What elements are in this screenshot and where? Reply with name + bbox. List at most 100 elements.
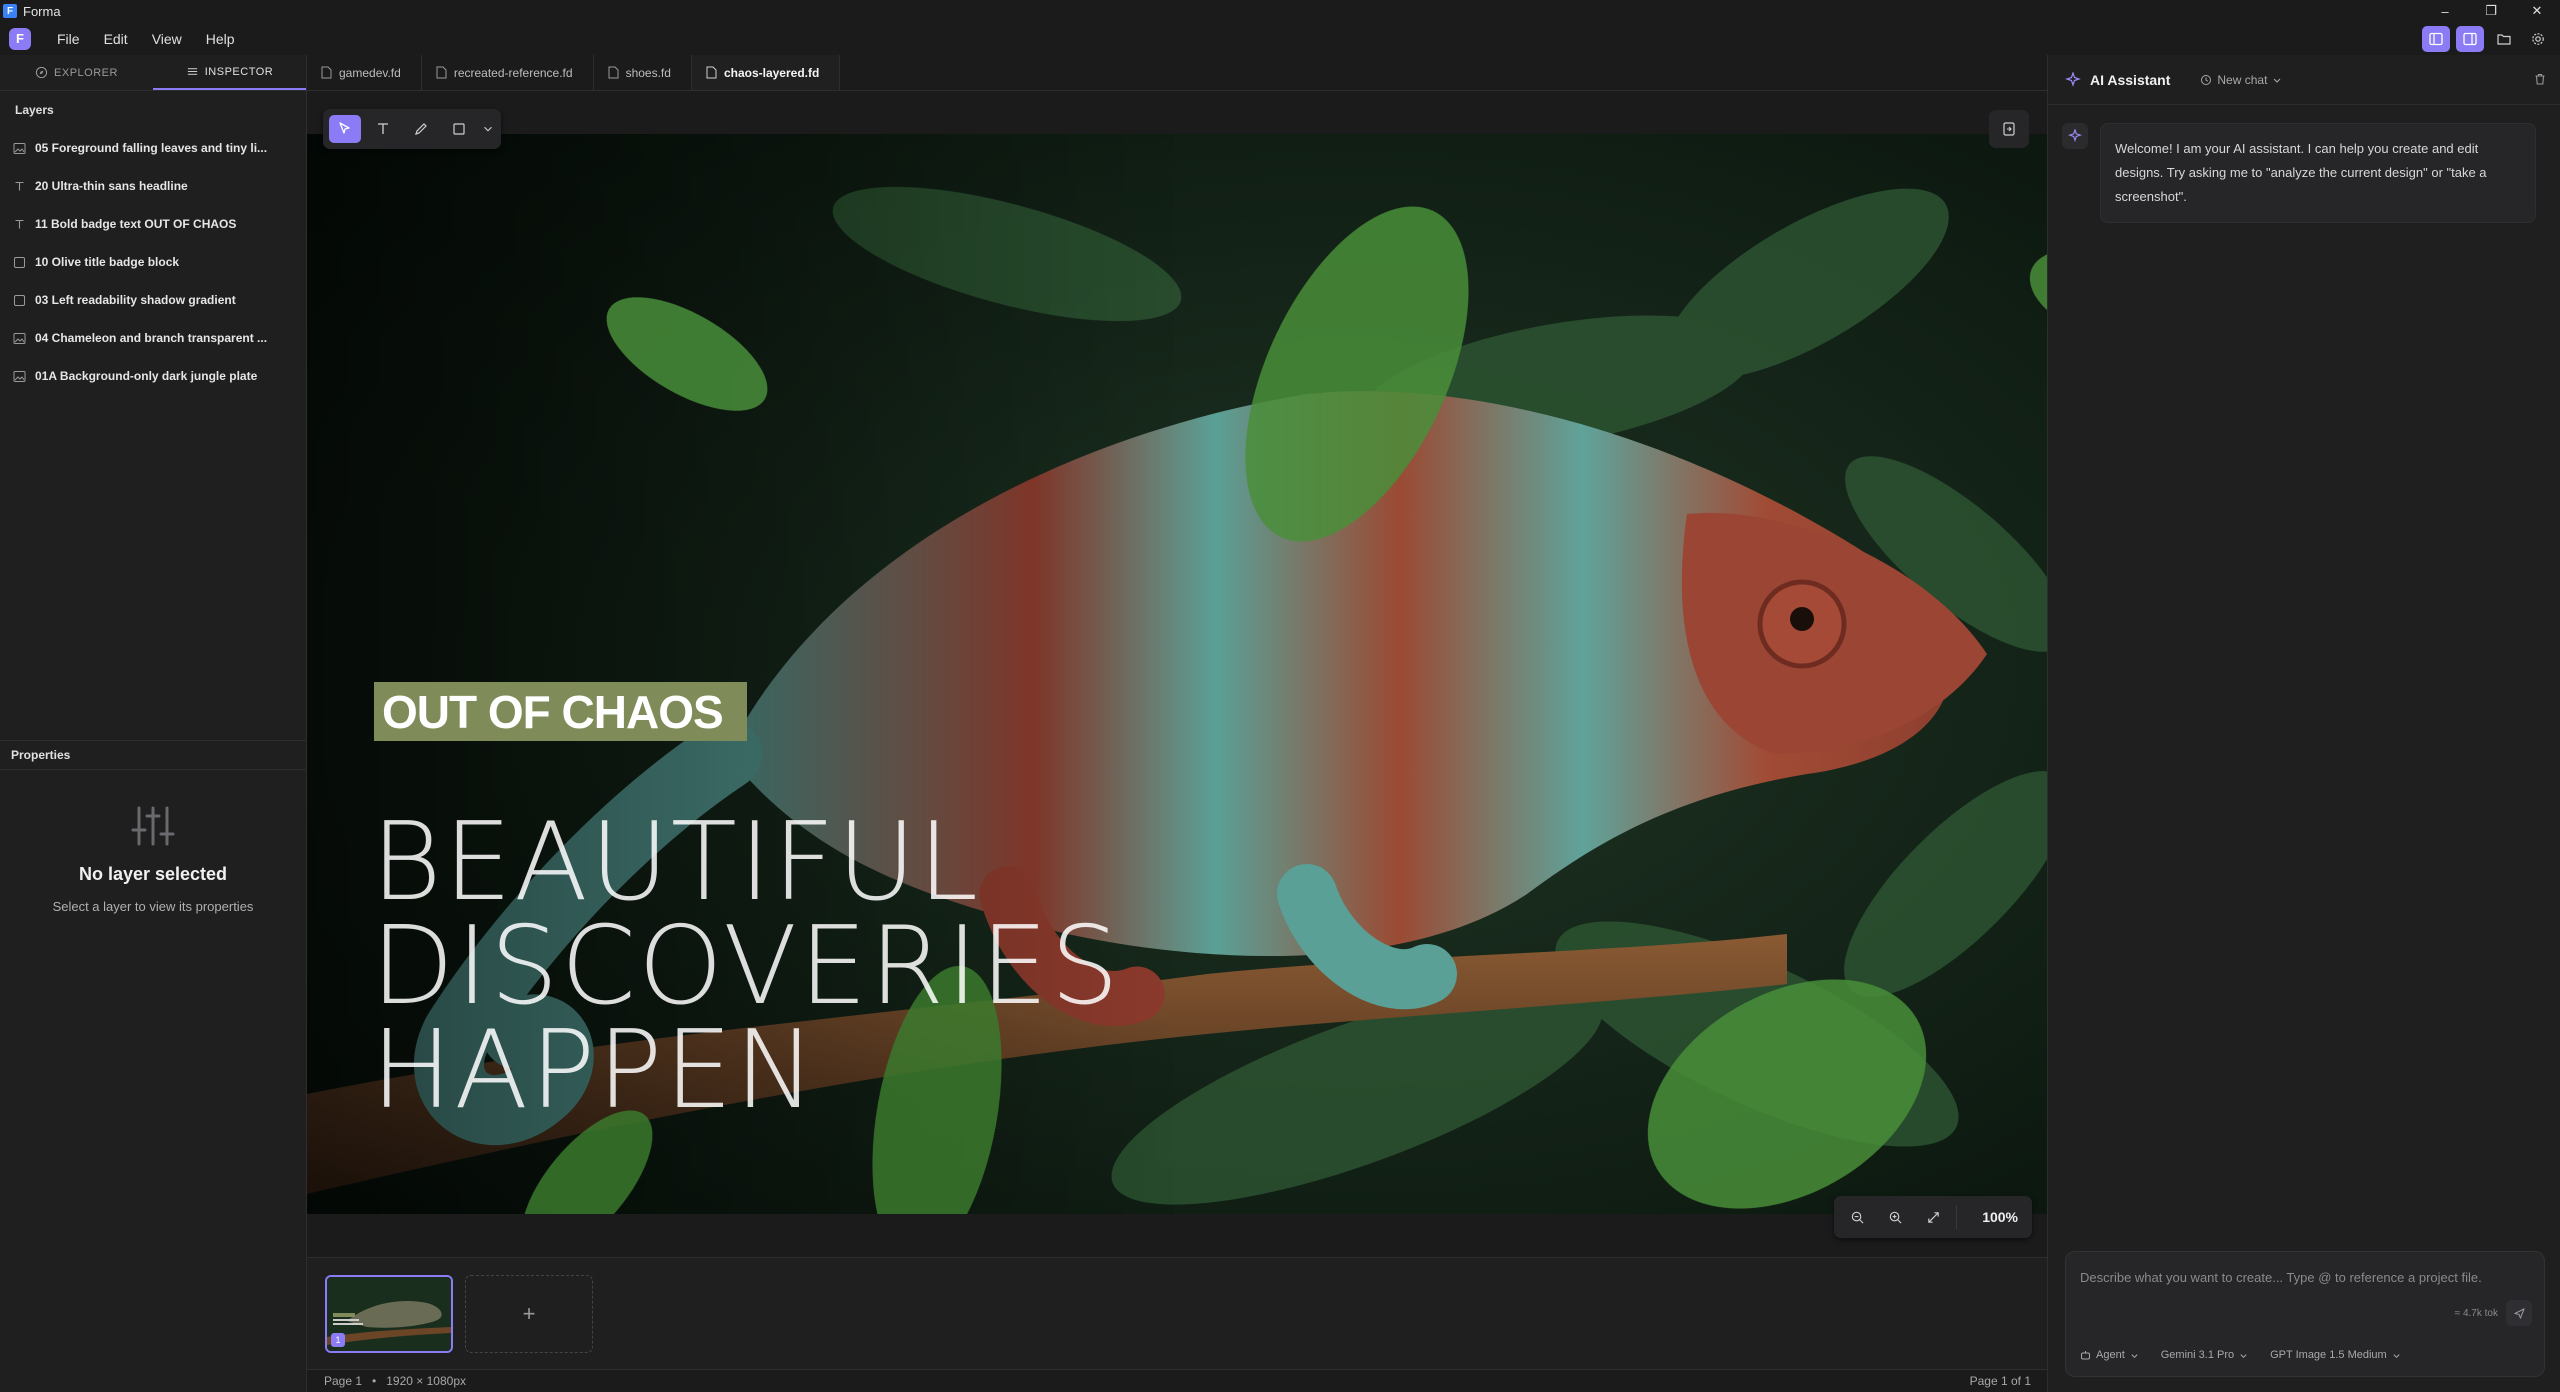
- image-model-selector[interactable]: GPT Image 1.5 Medium: [2270, 1349, 2401, 1361]
- artboard[interactable]: OUT OF CHAOS BEAUTIFUL DISCOVERIES HAPPE…: [307, 134, 2047, 1214]
- tab-explorer-label: EXPLORER: [54, 66, 118, 79]
- zoom-out-button[interactable]: [1842, 1202, 1872, 1232]
- trash-icon[interactable]: [2533, 72, 2547, 86]
- headline-line-3[interactable]: HAPPEN: [371, 1008, 817, 1133]
- left-panel: EXPLORER INSPECTOR Layers 05 Foreground …: [0, 55, 307, 1392]
- status-dimensions: 1920 × 1080px: [386, 1374, 466, 1388]
- square-icon: [453, 123, 465, 135]
- app-logo[interactable]: F: [9, 27, 31, 50]
- tab-explorer[interactable]: EXPLORER: [0, 55, 153, 90]
- model-label: Gemini 3.1 Pro: [2160, 1349, 2235, 1361]
- layer-label: 04 Chameleon and branch transparent ...: [35, 331, 268, 345]
- app-title: Forma: [23, 3, 61, 19]
- ai-assistant-panel: AI Assistant New chat Welcome! I am your…: [2047, 55, 2560, 1392]
- assistant-avatar: [2062, 123, 2088, 149]
- settings-button[interactable]: [2524, 26, 2552, 52]
- layer-item[interactable]: 10 Olive title badge block: [0, 243, 306, 281]
- page-thumbnail[interactable]: 1: [325, 1275, 453, 1353]
- pages-strip: 1 +: [307, 1257, 2047, 1369]
- properties-title: Properties: [0, 740, 306, 770]
- image-model-label: GPT Image 1.5 Medium: [2270, 1349, 2387, 1361]
- file-icon: [321, 66, 332, 79]
- sparkle-icon: [2065, 71, 2081, 87]
- layout-controls: [2422, 26, 2552, 52]
- text-tool[interactable]: [367, 115, 399, 143]
- maximize-button[interactable]: ❐: [2468, 0, 2514, 22]
- add-page-button[interactable]: +: [465, 1275, 593, 1353]
- mode-selector[interactable]: Agent: [2080, 1349, 2139, 1361]
- canvas-area[interactable]: OUT OF CHAOS BEAUTIFUL DISCOVERIES HAPPE…: [307, 91, 2047, 1257]
- status-bar: Page 1 • 1920 × 1080px Page 1 of 1: [307, 1369, 2047, 1392]
- sparkle-icon: [2068, 129, 2082, 143]
- menu-view[interactable]: View: [152, 31, 182, 47]
- shape-dropdown[interactable]: [481, 115, 495, 143]
- zoom-controls: 100%: [1834, 1196, 2032, 1238]
- shape-tool[interactable]: [443, 115, 475, 143]
- zoom-in-button[interactable]: [1880, 1202, 1910, 1232]
- zoom-out-icon: [1851, 1211, 1864, 1224]
- export-icon: [2003, 122, 2015, 136]
- menu-edit[interactable]: Edit: [104, 31, 128, 47]
- layer-label: 05 Foreground falling leaves and tiny li…: [35, 141, 268, 155]
- doc-tab-active[interactable]: chaos-layered.fd: [691, 55, 841, 90]
- model-selector[interactable]: Gemini 3.1 Pro: [2161, 1349, 2248, 1361]
- status-page-count: Page 1 of 1: [1969, 1374, 2031, 1388]
- doc-tab-label: gamedev.fd: [339, 65, 401, 80]
- toggle-left-panel-button[interactable]: [2422, 26, 2450, 52]
- new-chat-label: New chat: [2217, 72, 2268, 87]
- zoom-in-icon: [1889, 1211, 1902, 1224]
- close-button[interactable]: ✕: [2514, 0, 2560, 22]
- doc-tab[interactable]: recreated-reference.fd: [422, 55, 594, 90]
- layer-label: 20 Ultra-thin sans headline: [35, 179, 188, 193]
- select-tool[interactable]: [329, 115, 361, 143]
- export-button[interactable]: [1989, 110, 2029, 148]
- window-controls: – ❐ ✕: [2422, 0, 2560, 22]
- chat-input[interactable]: [2080, 1266, 2530, 1288]
- toggle-right-panel-button[interactable]: [2456, 26, 2484, 52]
- app-icon: F: [3, 4, 17, 18]
- title-badge[interactable]: OUT OF CHAOS: [374, 682, 747, 741]
- agent-icon: [2081, 1350, 2090, 1359]
- chevron-down-icon: [2274, 78, 2281, 83]
- image-icon: [13, 142, 26, 154]
- doc-tab-label: shoes.fd: [625, 65, 671, 80]
- open-folder-button[interactable]: [2490, 26, 2518, 52]
- tab-inspector[interactable]: INSPECTOR: [153, 55, 306, 90]
- sliders-icon: [187, 68, 197, 75]
- page-thumbnail-image: [327, 1277, 451, 1351]
- expand-icon: [1927, 1211, 1939, 1223]
- title-bar: F Forma – ❐ ✕: [0, 0, 2560, 22]
- pencil-icon: [415, 123, 427, 135]
- layer-item[interactable]: 11 Bold badge text OUT OF CHAOS: [0, 205, 306, 243]
- badge-text: OUT OF CHAOS: [382, 685, 724, 738]
- layer-item[interactable]: 20 Ultra-thin sans headline: [0, 167, 306, 205]
- layer-item[interactable]: 04 Chameleon and branch transparent ...: [0, 319, 306, 357]
- empty-state-title: No layer selected: [78, 864, 228, 884]
- new-chat-button[interactable]: New chat: [2200, 73, 2282, 87]
- layer-item[interactable]: 03 Left readability shadow gradient: [0, 281, 306, 319]
- menu-help[interactable]: Help: [206, 31, 235, 47]
- assistant-message: Welcome! I am your AI assistant. I can h…: [2062, 123, 2536, 223]
- compass-icon: [35, 66, 48, 79]
- gear-icon: [2532, 33, 2544, 45]
- chevron-down-icon: [484, 126, 492, 132]
- layer-item[interactable]: 05 Foreground falling leaves and tiny li…: [0, 129, 306, 167]
- page-number-badge: 1: [331, 1333, 345, 1347]
- empty-state-subtitle: Select a layer to view its properties: [52, 899, 254, 914]
- sliders-icon: [131, 806, 175, 846]
- menu-file[interactable]: File: [57, 31, 80, 47]
- layer-item[interactable]: 01A Background-only dark jungle plate: [0, 357, 306, 395]
- status-page: Page 1: [324, 1374, 363, 1388]
- zoom-level[interactable]: 100%: [1982, 1209, 2018, 1225]
- fit-screen-button[interactable]: [1918, 1202, 1948, 1232]
- history-icon: [2201, 74, 2212, 85]
- minimize-button[interactable]: –: [2422, 0, 2468, 22]
- file-icon: [436, 66, 447, 79]
- send-button[interactable]: [2506, 1300, 2532, 1326]
- pen-tool[interactable]: [405, 115, 437, 143]
- menu-bar: F File Edit View Help: [0, 22, 2560, 55]
- doc-tab[interactable]: shoes.fd: [594, 55, 692, 90]
- doc-tab[interactable]: gamedev.fd: [307, 55, 422, 90]
- layers-title: Layers: [15, 103, 54, 117]
- file-icon: [608, 66, 619, 79]
